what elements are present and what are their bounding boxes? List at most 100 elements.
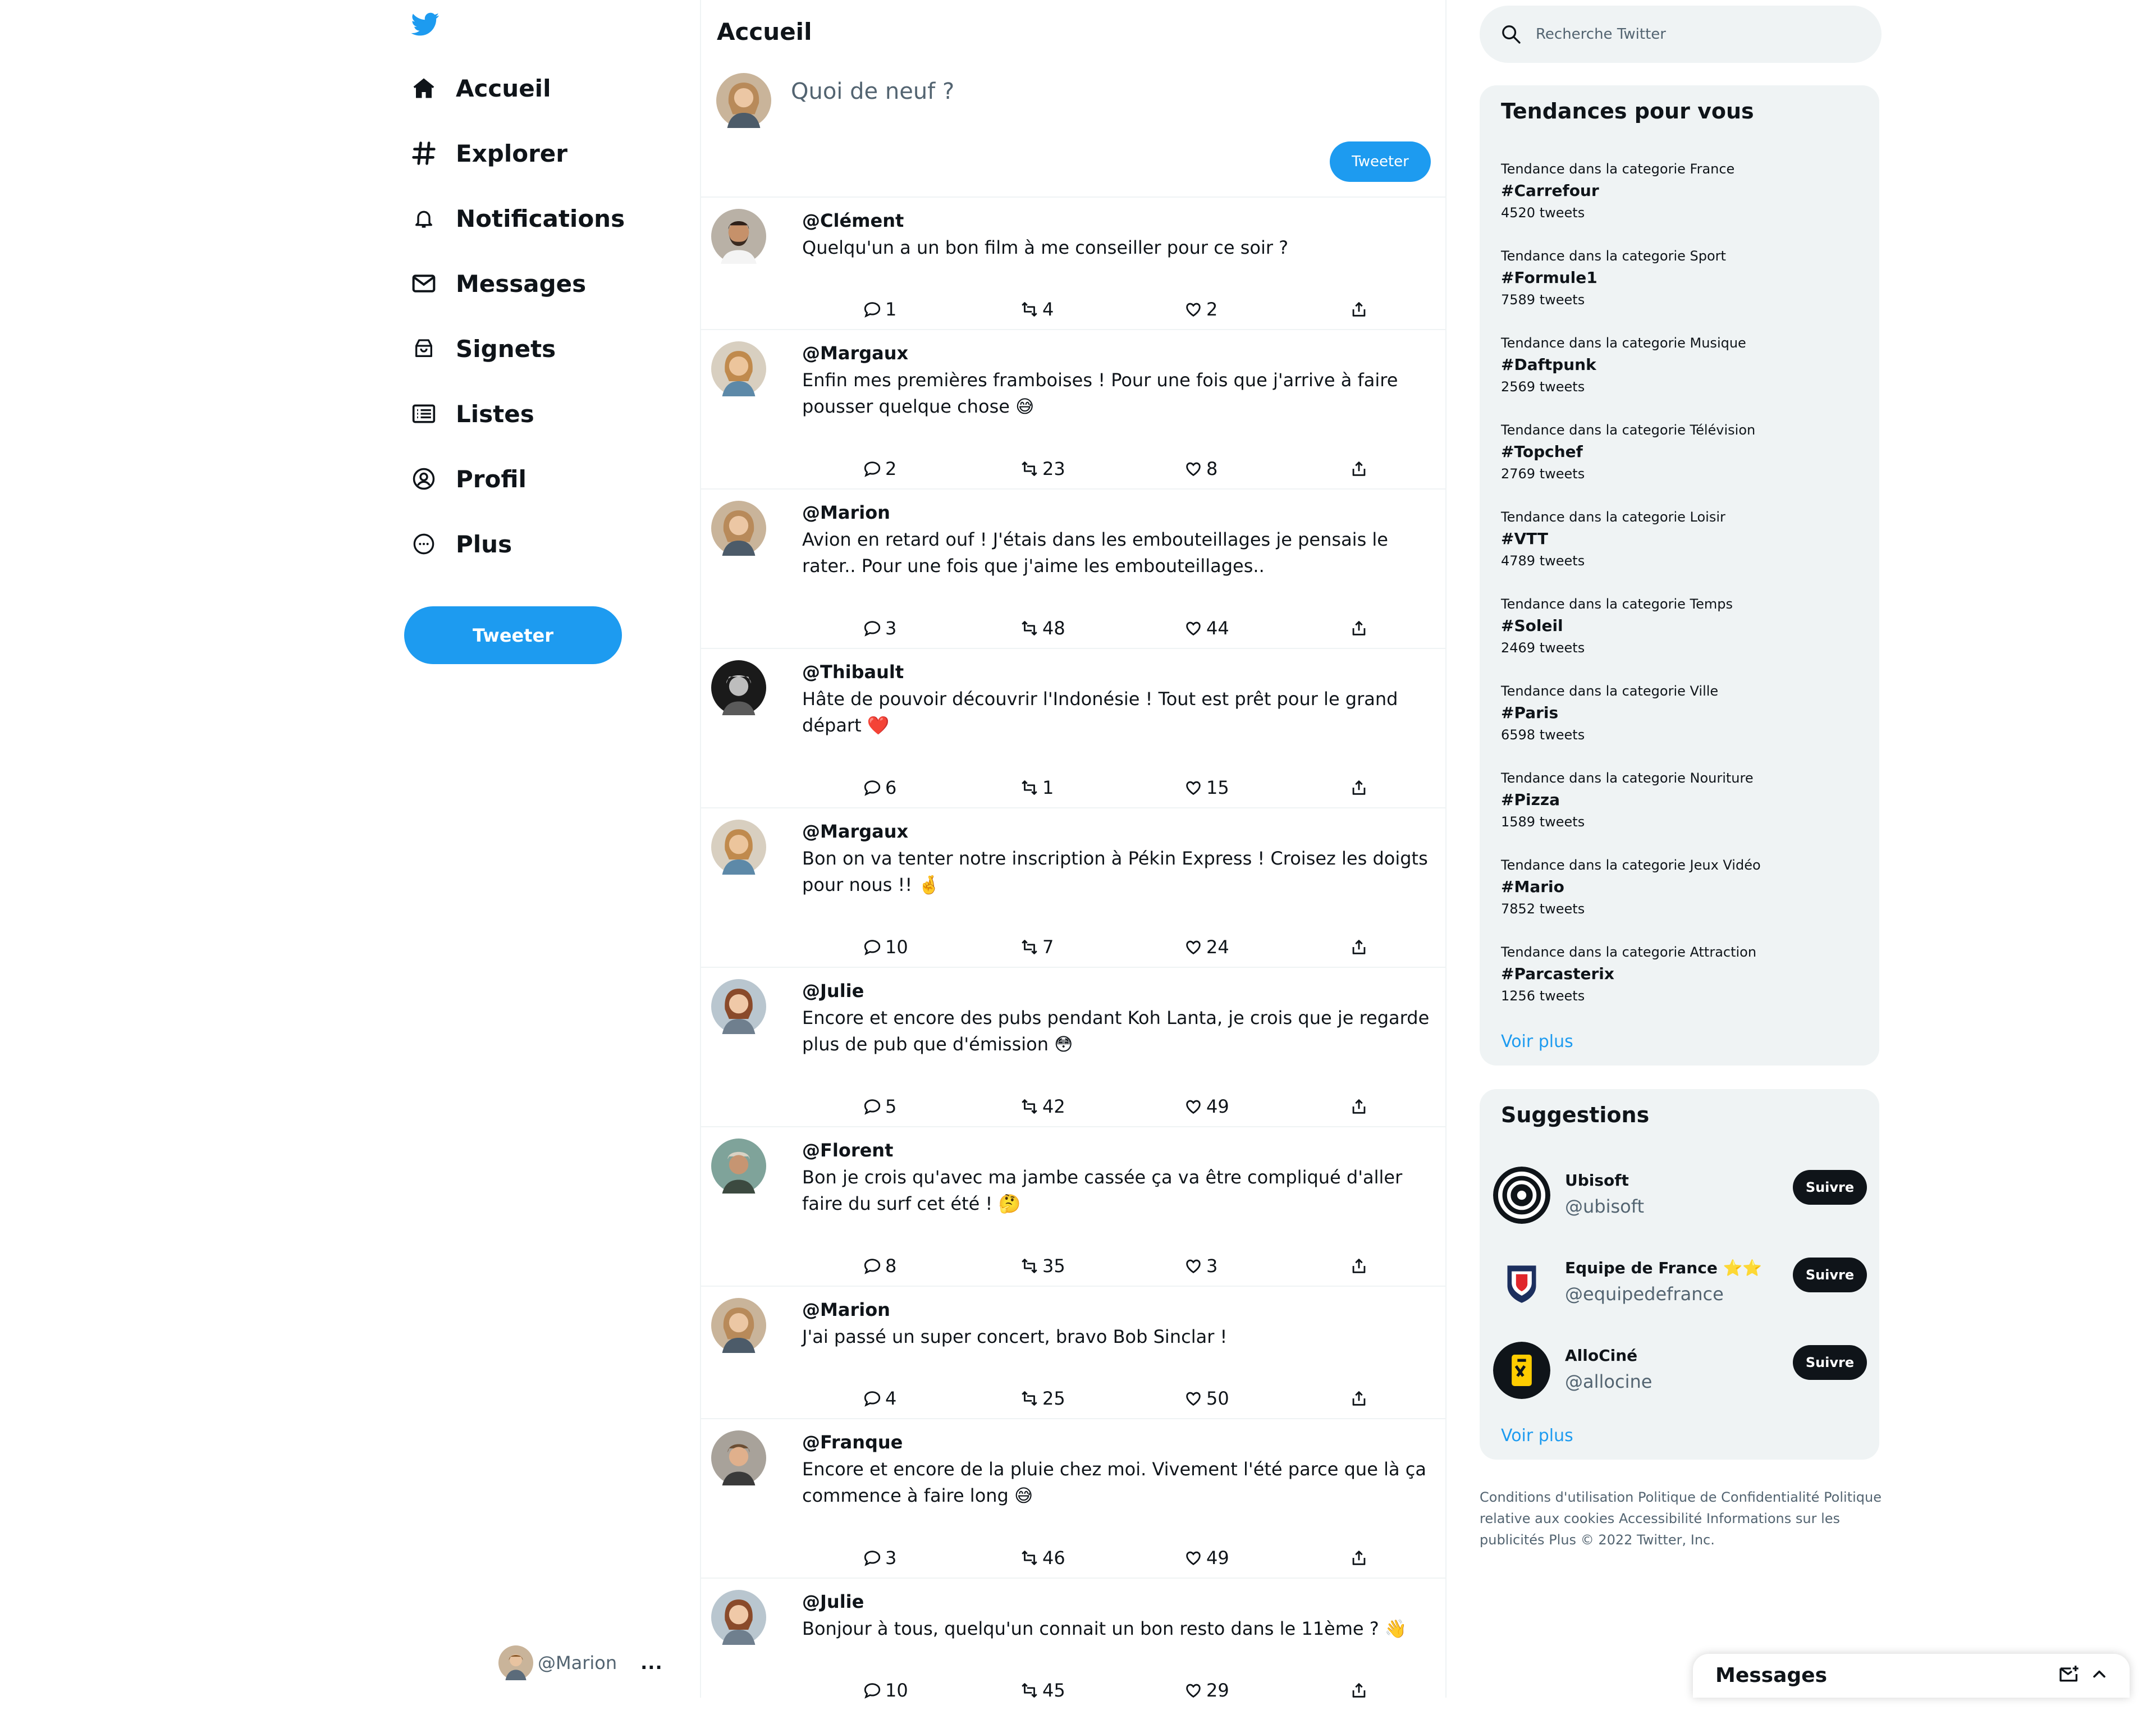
reply-button[interactable]: 3 (863, 614, 896, 642)
account-more-icon[interactable]: ... (640, 1652, 662, 1674)
tweet-button[interactable]: Tweeter (404, 606, 622, 664)
tweet-author[interactable]: @Julie (802, 1591, 864, 1612)
share-button[interactable] (1349, 933, 1368, 961)
trend-item[interactable]: Tendance dans la categorie Télévision #T… (1501, 419, 1755, 484)
trends-see-more-link[interactable]: Voir plus (1501, 1032, 1573, 1051)
share-button[interactable] (1349, 1384, 1368, 1412)
like-button[interactable]: 29 (1184, 1676, 1229, 1704)
reply-button[interactable]: 10 (863, 1676, 908, 1704)
tweet[interactable]: @Julie Encore et encore des pubs pendant… (701, 967, 1445, 1126)
nav-item-signets[interactable]: Signets (393, 323, 556, 374)
like-button[interactable]: 49 (1184, 1092, 1229, 1121)
reply-button[interactable]: 1 (863, 295, 896, 323)
retweet-button[interactable]: 25 (1020, 1384, 1065, 1412)
tweet[interactable]: @Thibault Hâte de pouvoir découvrir l'In… (701, 648, 1445, 807)
nav-item-messages[interactable]: Messages (393, 258, 586, 309)
retweet-button[interactable]: 48 (1020, 614, 1065, 642)
tweet-author[interactable]: @Franque (802, 1432, 903, 1453)
share-button[interactable] (1349, 614, 1368, 642)
share-button[interactable] (1349, 774, 1368, 802)
nav-item-notifications[interactable]: Notifications (393, 193, 625, 244)
nav-item-listes[interactable]: Listes (393, 388, 534, 439)
tweet-author[interactable]: @Marion (802, 502, 890, 523)
messages-drawer[interactable]: Messages (1693, 1654, 2130, 1698)
footer-link[interactable]: Plus (1549, 1532, 1576, 1548)
trend-item[interactable]: Tendance dans la categorie Loisir #VTT 4… (1501, 506, 1725, 571)
account-switcher[interactable]: @Marion ... (498, 1644, 663, 1682)
like-button[interactable]: 15 (1184, 774, 1229, 802)
trend-item[interactable]: Tendance dans la categorie Musique #Daft… (1501, 332, 1746, 397)
trend-item[interactable]: Tendance dans la categorie Sport #Formul… (1501, 245, 1726, 310)
trend-item[interactable]: Tendance dans la categorie France #Carre… (1501, 158, 1734, 223)
tweet[interactable]: @Clément Quelqu'un a un bon film à me co… (701, 196, 1445, 329)
tweet[interactable]: @Marion J'ai passé un super concert, bra… (701, 1286, 1445, 1418)
trend-item[interactable]: Tendance dans la categorie Ville #Paris … (1501, 680, 1718, 746)
like-button[interactable]: 8 (1184, 455, 1217, 483)
chevron-up-icon[interactable] (2089, 1664, 2109, 1684)
share-button[interactable] (1349, 1092, 1368, 1121)
tweet[interactable]: @Margaux Enfin mes premières framboises … (701, 329, 1445, 488)
tweet-author[interactable]: @Margaux (802, 342, 908, 364)
reply-button[interactable]: 10 (863, 933, 908, 961)
retweet-button[interactable]: 1 (1020, 774, 1054, 802)
tweet-author[interactable]: @Marion (802, 1299, 890, 1320)
like-button[interactable]: 50 (1184, 1384, 1229, 1412)
compose-input[interactable]: Quoi de neuf ? (791, 79, 954, 104)
trend-item[interactable]: Tendance dans la categorie Jeux Vidéo #M… (1501, 854, 1761, 920)
reply-button[interactable]: 2 (863, 455, 896, 483)
share-button[interactable] (1349, 295, 1368, 323)
tweet-author[interactable]: @Julie (802, 980, 864, 1002)
footer-link[interactable]: Accessibilité (1619, 1511, 1702, 1526)
tweet[interactable]: @Marion Avion en retard ouf ! J'étais da… (701, 488, 1445, 648)
trend-item[interactable]: Tendance dans la categorie Temps #Soleil… (1501, 593, 1733, 659)
tweet-author[interactable]: @Florent (802, 1140, 893, 1161)
reply-button[interactable]: 4 (863, 1384, 896, 1412)
tweet[interactable]: @Florent Bon je crois qu'avec ma jambe c… (701, 1126, 1445, 1286)
like-button[interactable]: 24 (1184, 933, 1229, 961)
trend-item[interactable]: Tendance dans la categorie Nouriture #Pi… (1501, 767, 1754, 833)
trend-item[interactable]: Tendance dans la categorie Attraction #P… (1501, 941, 1756, 1007)
reply-button[interactable]: 3 (863, 1544, 896, 1572)
tweet-author[interactable]: @Clément (802, 210, 904, 231)
follow-button[interactable]: Suivre (1793, 1170, 1867, 1205)
suggestion-item[interactable]: Ubisoft @ubisoft Suivre (1493, 1167, 1867, 1228)
footer-link[interactable]: Politique de Confidentialité (1638, 1489, 1819, 1505)
search-bar[interactable] (1480, 6, 1882, 63)
reply-button[interactable]: 8 (863, 1252, 896, 1280)
like-button[interactable]: 3 (1184, 1252, 1217, 1280)
reply-button[interactable]: 5 (863, 1092, 896, 1121)
retweet-button[interactable]: 45 (1020, 1676, 1065, 1704)
retweet-button[interactable]: 42 (1020, 1092, 1065, 1121)
suggestion-item[interactable]: AlloCiné @allocine Suivre (1493, 1342, 1867, 1403)
tweet[interactable]: @Franque Encore et encore de la pluie ch… (701, 1418, 1445, 1578)
retweet-button[interactable]: 4 (1020, 295, 1054, 323)
share-button[interactable] (1349, 1544, 1368, 1572)
nav-item-plus[interactable]: Plus (393, 519, 512, 569)
follow-button[interactable]: Suivre (1793, 1258, 1867, 1292)
reply-button[interactable]: 6 (863, 774, 896, 802)
share-button[interactable] (1349, 1252, 1368, 1280)
suggestions-see-more-link[interactable]: Voir plus (1501, 1426, 1573, 1446)
footer-link[interactable]: Conditions d'utilisation (1480, 1489, 1633, 1505)
retweet-button[interactable]: 46 (1020, 1544, 1065, 1572)
nav-item-profil[interactable]: Profil (393, 454, 527, 504)
retweet-button[interactable]: 35 (1020, 1252, 1065, 1280)
tweet[interactable]: @Margaux Bon on va tenter notre inscript… (701, 807, 1445, 967)
new-message-icon[interactable] (2058, 1663, 2080, 1685)
retweet-button[interactable]: 23 (1020, 455, 1065, 483)
tweet-author[interactable]: @Thibault (802, 661, 904, 683)
like-button[interactable]: 44 (1184, 614, 1229, 642)
nav-item-explorer[interactable]: Explorer (393, 128, 567, 179)
share-button[interactable] (1349, 455, 1368, 483)
tweet-button[interactable]: Tweeter (1330, 141, 1431, 182)
like-button[interactable]: 2 (1184, 295, 1217, 323)
retweet-button[interactable]: 7 (1020, 933, 1054, 961)
share-button[interactable] (1349, 1676, 1368, 1704)
search-input[interactable] (1535, 25, 1860, 43)
tweet[interactable]: @Julie Bonjour à tous, quelqu'un connait… (701, 1578, 1445, 1710)
like-button[interactable]: 49 (1184, 1544, 1229, 1572)
suggestion-item[interactable]: Equipe de France ⭐⭐ @equipedefrance Suiv… (1493, 1254, 1867, 1316)
tweet-author[interactable]: @Margaux (802, 821, 908, 842)
follow-button[interactable]: Suivre (1793, 1345, 1867, 1380)
twitter-logo-icon[interactable] (409, 10, 442, 38)
